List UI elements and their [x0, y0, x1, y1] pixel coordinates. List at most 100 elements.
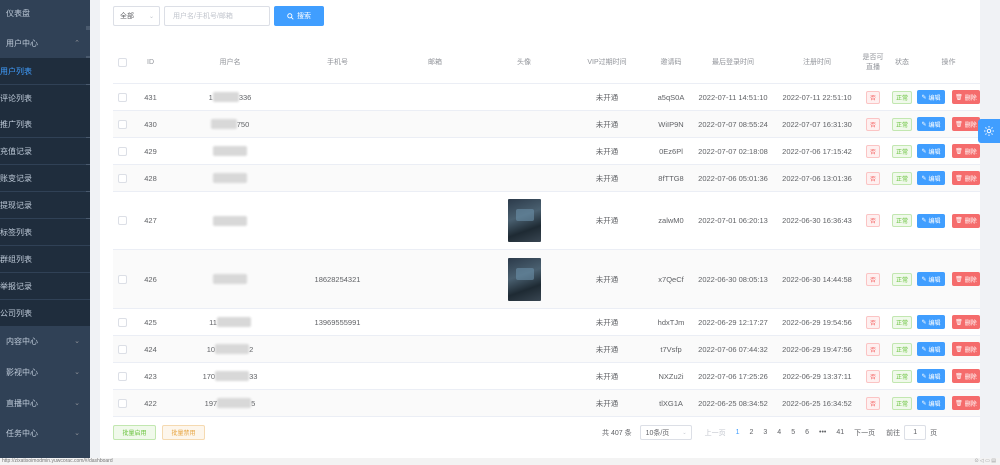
cell-actions: ✎ 编辑 🗑 删除	[917, 138, 980, 164]
sidebar-item-5[interactable]: 充值记录	[0, 138, 90, 164]
delete-button[interactable]: 🗑 删除	[952, 171, 980, 185]
cell-invite-code: a5qS0A	[657, 92, 685, 102]
next-page-button[interactable]: 下一页	[854, 428, 875, 438]
sidebar-item-label: 提现记录	[0, 200, 32, 210]
delete-button-label: 删除	[964, 176, 977, 183]
sidebar-item-12[interactable]: 内容中心 ⌄	[0, 328, 90, 354]
table-row[interactable]: 422 197 5 未开通 tlXG1A 2022-06-25 08:34:52 2022-…	[113, 390, 980, 417]
page-number-button[interactable]: 6	[805, 429, 809, 436]
edit-button[interactable]: ✎ 编辑	[917, 213, 945, 228]
bulk-enable-button[interactable]: 批量启用	[113, 425, 156, 440]
page-number-button[interactable]: 41	[836, 429, 844, 436]
cell-actions: ✎ 编辑 🗑 删除	[917, 84, 980, 110]
table-row[interactable]: 431 1 336 未开通 a5qS0A 2022-07-11 14:51:10 2022-…	[113, 84, 980, 111]
edit-button[interactable]: ✎ 编辑	[917, 315, 945, 329]
table-row[interactable]: 429 未开通 0Ez6Pl 2022-07-07 02:18:08 2022-07-0…	[113, 138, 980, 165]
avatar[interactable]	[507, 199, 541, 242]
sidebar-item-4[interactable]: 推广列表	[0, 111, 90, 137]
table-row[interactable]: 430 750 未开通 WiIP9N 2022-07-07 08:55:24 2022-0…	[113, 111, 980, 138]
row-checkbox[interactable]	[117, 92, 127, 102]
page-size-select[interactable]: 10条/页 ⌄	[639, 425, 692, 440]
delete-button[interactable]: 🗑 删除	[952, 315, 980, 329]
table-row[interactable]: 423 170 33 未开通 NXZu2i 2022-07-06 17:25:26 2022…	[113, 363, 980, 390]
row-checkbox[interactable]	[117, 274, 127, 284]
live-tag: 否	[865, 144, 880, 158]
cell-live-permission: 否	[859, 165, 887, 191]
delete-button[interactable]: 🗑 删除	[952, 369, 980, 383]
sidebar-item-15[interactable]: 任务中心 ⌄	[0, 420, 90, 446]
page-number-button[interactable]: 2	[749, 429, 753, 436]
edit-button[interactable]: ✎ 编辑	[917, 144, 945, 158]
sidebar-item-9[interactable]: 群组列表	[0, 246, 90, 272]
sidebar-item-8[interactable]: 标签列表	[0, 219, 90, 245]
edit-button[interactable]: ✎ 编辑	[917, 369, 945, 383]
sidebar-item-6[interactable]: 账变记录	[0, 165, 90, 191]
sidebar-item-1[interactable]: 用户中心 ⌃	[0, 30, 90, 56]
cell-email	[385, 111, 485, 137]
row-checkbox[interactable]	[117, 371, 127, 381]
more-pages-button[interactable]: •••	[819, 429, 826, 436]
filter-select[interactable]: 全部 ⌄	[113, 6, 160, 26]
table-row[interactable]: 428 未开通 8fTTG8 2022-07-06 05:01:36 2022-07-0…	[113, 165, 980, 192]
delete-button[interactable]: 🗑 删除	[952, 396, 980, 410]
sidebar-item-14[interactable]: 直播中心 ⌄	[0, 390, 90, 416]
sidebar-item-7[interactable]: 提现记录	[0, 192, 90, 218]
cell-live-permission: 否	[859, 250, 887, 308]
sidebar-item-3[interactable]: 评论列表	[0, 85, 90, 111]
cell-username	[170, 192, 290, 249]
page-number-button[interactable]: 1	[736, 429, 740, 436]
edit-button[interactable]: ✎ 编辑	[917, 90, 945, 104]
delete-button[interactable]: 🗑 删除	[952, 213, 980, 228]
delete-button[interactable]: 🗑 删除	[952, 144, 980, 158]
edit-button-label: 编辑	[928, 401, 941, 408]
edit-icon: ✎	[921, 346, 927, 353]
bulk-disable-button[interactable]: 批量禁用	[162, 425, 205, 440]
column-header: 注册时间	[803, 58, 831, 66]
page-number-button[interactable]: 3	[763, 429, 767, 436]
sidebar-item-2[interactable]: 用户列表	[0, 58, 90, 84]
edit-button[interactable]: ✎ 编辑	[917, 396, 945, 410]
page-number-button[interactable]: 5	[791, 429, 795, 436]
trash-icon: 🗑	[955, 148, 963, 155]
delete-button[interactable]: 🗑 删除	[952, 90, 980, 104]
prev-page-button[interactable]: 上一页	[705, 428, 726, 438]
cell-avatar	[485, 192, 563, 249]
delete-button[interactable]: 🗑 删除	[952, 117, 980, 131]
column-header: 状态	[895, 58, 909, 66]
sidebar-item-11[interactable]: 公司列表	[0, 300, 90, 326]
delete-button[interactable]: 🗑 删除	[952, 272, 980, 286]
edit-button[interactable]: ✎ 编辑	[917, 117, 945, 131]
select-all-checkbox[interactable]	[117, 58, 127, 67]
cell-vip-expiry: 未开通	[595, 274, 619, 284]
table-row[interactable]: 426 18628254321 未开通 x7QeCf 2022-06-30 08:05:…	[113, 250, 980, 309]
cell-last-login: 2022-07-01 06:20:13	[698, 216, 768, 225]
search-button[interactable]: 搜索	[274, 6, 324, 26]
page-size-value: 10条/页	[645, 429, 670, 437]
edit-button[interactable]: ✎ 编辑	[917, 342, 945, 356]
cell-live-permission: 否	[859, 192, 887, 249]
cell-vip-expiry: 未开通	[595, 317, 619, 327]
sidebar-item-10[interactable]: 举报记录	[0, 273, 90, 299]
row-checkbox[interactable]	[117, 146, 127, 156]
search-input[interactable]	[164, 6, 270, 26]
table-row[interactable]: 424 10 2 未开通 t7Vsfp 2022-07-06 07:44:32 2022-0…	[113, 336, 980, 363]
edit-button[interactable]: ✎ 编辑	[917, 272, 945, 286]
page-number-button[interactable]: 4	[777, 429, 781, 436]
row-checkbox[interactable]	[117, 119, 127, 129]
row-checkbox[interactable]	[117, 216, 127, 225]
delete-button[interactable]: 🗑 删除	[952, 342, 980, 356]
row-checkbox[interactable]	[117, 173, 127, 183]
settings-gear-button[interactable]	[978, 119, 1000, 143]
table-row[interactable]: 427 未开通 zalwM0 2022-07-01 06:20:13 2022-06-3…	[113, 192, 980, 250]
row-checkbox[interactable]	[117, 398, 127, 408]
row-checkbox[interactable]	[117, 344, 127, 354]
sidebar-item-13[interactable]: 影视中心 ⌄	[0, 359, 90, 385]
goto-page-input[interactable]: 1	[904, 425, 927, 440]
table-row[interactable]: 425 11 13969555991 未开通 hdxTJm 2022-06-29 12:1…	[113, 309, 980, 336]
row-checkbox[interactable]	[117, 317, 127, 327]
edit-button[interactable]: ✎ 编辑	[917, 171, 945, 185]
avatar[interactable]	[507, 257, 541, 301]
sidebar-item-0[interactable]: 仪表盘	[0, 0, 90, 26]
column-header: 最后登录时间	[712, 58, 754, 66]
row-checkbox-cell	[113, 390, 131, 416]
